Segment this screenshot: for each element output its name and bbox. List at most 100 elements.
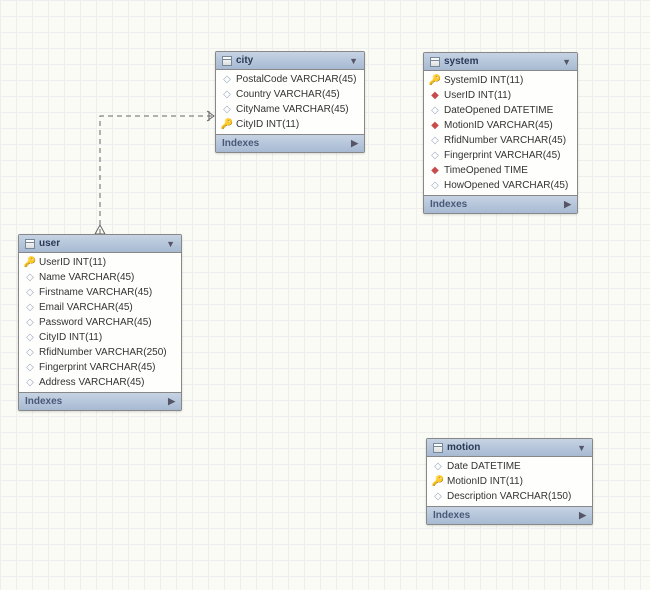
collapse-icon[interactable]: ▼ xyxy=(577,443,586,453)
column-label: Fingerprint VARCHAR(45) xyxy=(444,150,561,161)
foreign-key-icon: ◆ xyxy=(430,121,440,131)
expand-icon[interactable]: ▶ xyxy=(351,138,358,149)
primary-key-icon: 🔑 xyxy=(222,120,232,130)
table-title: user xyxy=(39,238,60,249)
column-label: Description VARCHAR(150) xyxy=(447,491,571,502)
table-header-system[interactable]: system ▼ xyxy=(424,53,577,71)
column-row[interactable]: ◆ UserID INT(11) xyxy=(424,88,577,103)
column-label: MotionID INT(11) xyxy=(447,476,523,487)
expand-icon[interactable]: ▶ xyxy=(564,199,571,210)
table-header-user[interactable]: user ▼ xyxy=(19,235,181,253)
column-label: Name VARCHAR(45) xyxy=(39,272,134,283)
table-footer-city[interactable]: Indexes ▶ xyxy=(216,134,364,152)
table-header-city[interactable]: city ▼ xyxy=(216,52,364,70)
table-icon xyxy=(430,57,440,67)
column-icon: ◇ xyxy=(430,151,440,161)
column-icon: ◇ xyxy=(222,105,232,115)
column-label: HowOpened VARCHAR(45) xyxy=(444,180,568,191)
column-label: PostalCode VARCHAR(45) xyxy=(236,74,356,85)
column-row[interactable]: ◇Password VARCHAR(45) xyxy=(19,315,181,330)
column-icon: ◇ xyxy=(25,303,35,313)
indexes-label: Indexes xyxy=(433,510,470,521)
column-label: Fingerprint VARCHAR(45) xyxy=(39,362,156,373)
column-row[interactable]: ◇ Firstname VARCHAR(45) xyxy=(19,285,181,300)
column-row[interactable]: ◇ Email VARCHAR(45) xyxy=(19,300,181,315)
column-icon: ◇ xyxy=(433,462,443,472)
column-icon: ◇ xyxy=(222,75,232,85)
foreign-key-icon: ◆ xyxy=(430,91,440,101)
column-icon: ◇ xyxy=(25,348,35,358)
column-label: RfidNumber VARCHAR(250) xyxy=(39,347,167,358)
column-icon: ◇ xyxy=(430,106,440,116)
column-row[interactable]: ◇ CityName VARCHAR(45) xyxy=(216,102,364,117)
expand-icon[interactable]: ▶ xyxy=(579,510,586,521)
column-label: Country VARCHAR(45) xyxy=(236,89,340,100)
table-icon xyxy=(222,56,232,66)
table-motion[interactable]: motion ▼ ◇ Date DATETIME 🔑 MotionID INT(11)… xyxy=(426,438,593,525)
primary-key-icon: 🔑 xyxy=(25,258,35,268)
column-label: SystemID INT(11) xyxy=(444,75,523,86)
column-icon: ◇ xyxy=(433,492,443,502)
column-row[interactable]: ◆MotionID VARCHAR(45) xyxy=(424,118,577,133)
table-footer-motion[interactable]: Indexes ▶ xyxy=(427,506,592,524)
column-row[interactable]: ◇ Date DATETIME xyxy=(427,459,592,474)
indexes-label: Indexes xyxy=(222,138,259,149)
table-system[interactable]: system ▼ 🔑 SystemID INT(11) ◆ UserID INT(11… xyxy=(423,52,578,214)
column-label: Date DATETIME xyxy=(447,461,521,472)
indexes-label: Indexes xyxy=(430,199,467,210)
column-row[interactable]: 🔑 SystemID INT(11) xyxy=(424,73,577,88)
column-icon: ◇ xyxy=(25,318,35,328)
table-icon xyxy=(25,239,35,249)
column-icon: ◇ xyxy=(25,363,35,373)
column-row[interactable]: 🔑 UserID INT(11) xyxy=(19,255,181,270)
column-label: UserID INT(11) xyxy=(39,257,106,268)
column-row[interactable]: 🔑 MotionID INT(11) xyxy=(427,474,592,489)
column-row[interactable]: ◇ Name VARCHAR(45) xyxy=(19,270,181,285)
table-title: system xyxy=(444,56,478,67)
column-label: CityID INT(11) xyxy=(39,332,102,343)
collapse-icon[interactable]: ▼ xyxy=(562,57,571,67)
column-row[interactable]: ◇ HowOpened VARCHAR(45) xyxy=(424,178,577,193)
table-user[interactable]: user ▼ 🔑UserID INT(11)◇Name VARCHAR(45)◇… xyxy=(18,234,182,411)
primary-key-icon: 🔑 xyxy=(433,477,443,487)
table-columns-city: ◇ PostalCode VARCHAR(45) ◇ Country VARCHAR(… xyxy=(216,70,364,134)
primary-key-icon: 🔑 xyxy=(430,76,440,86)
column-row[interactable]: ◇CityID INT(11) xyxy=(19,330,181,345)
column-icon: ◇ xyxy=(25,288,35,298)
table-city[interactable]: city ▼ ◇ PostalCode VARCHAR(45) ◇ Country V… xyxy=(215,51,365,153)
column-label: Email VARCHAR(45) xyxy=(39,302,133,313)
column-row[interactable]: ◇ PostalCode VARCHAR(45) xyxy=(216,72,364,87)
collapse-icon[interactable]: ▼ xyxy=(349,56,358,66)
expand-icon[interactable]: ▶ xyxy=(168,396,175,407)
column-label: Firstname VARCHAR(45) xyxy=(39,287,152,298)
table-footer-system[interactable]: Indexes ▶ xyxy=(424,195,577,213)
table-columns-motion: ◇ Date DATETIME 🔑 MotionID INT(11) ◇ Descript… xyxy=(427,457,592,506)
table-columns-user: 🔑 UserID INT(11) ◇ Name VARCHAR(45) ◇ Firstna… xyxy=(19,253,181,392)
column-label: UserID INT(11) xyxy=(444,90,511,101)
column-label: DateOpened DATETIME xyxy=(444,105,553,116)
column-icon: ◇ xyxy=(25,273,35,283)
column-row[interactable]: ◇ Fingerprint VARCHAR(45) xyxy=(19,360,181,375)
column-icon: ◇ xyxy=(222,90,232,100)
column-icon: ◇ xyxy=(430,181,440,191)
column-row[interactable]: ◇ Description VARCHAR(150) xyxy=(427,489,592,504)
column-row[interactable]: ◇Address VARCHAR(45) xyxy=(19,375,181,390)
foreign-key-icon: ◆ xyxy=(430,166,440,176)
collapse-icon[interactable]: ▼ xyxy=(166,239,175,249)
column-row[interactable]: ◇RfidNumber VARCHAR(45) xyxy=(424,133,577,148)
table-title: motion xyxy=(447,442,480,453)
column-row[interactable]: ◆TimeOpened TIME xyxy=(424,163,577,178)
column-label: CityID INT(11) xyxy=(236,119,299,130)
indexes-label: Indexes xyxy=(25,396,62,407)
column-icon: ◇ xyxy=(430,136,440,146)
column-row[interactable]: ◇ Fingerprint VARCHAR(45) xyxy=(424,148,577,163)
column-icon: ◇ xyxy=(25,378,35,388)
column-row[interactable]: ◇ RfidNumber VARCHAR(250) xyxy=(19,345,181,360)
column-row[interactable]: ◇ DateOpened DATETIME xyxy=(424,103,577,118)
column-label: CityName VARCHAR(45) xyxy=(236,104,349,115)
table-footer-user[interactable]: Indexes ▶ xyxy=(19,392,181,410)
table-icon xyxy=(433,443,443,453)
table-header-motion[interactable]: motion ▼ xyxy=(427,439,592,457)
column-row[interactable]: 🔑 CityID INT(11) xyxy=(216,117,364,132)
column-row[interactable]: ◇ Country VARCHAR(45) xyxy=(216,87,364,102)
